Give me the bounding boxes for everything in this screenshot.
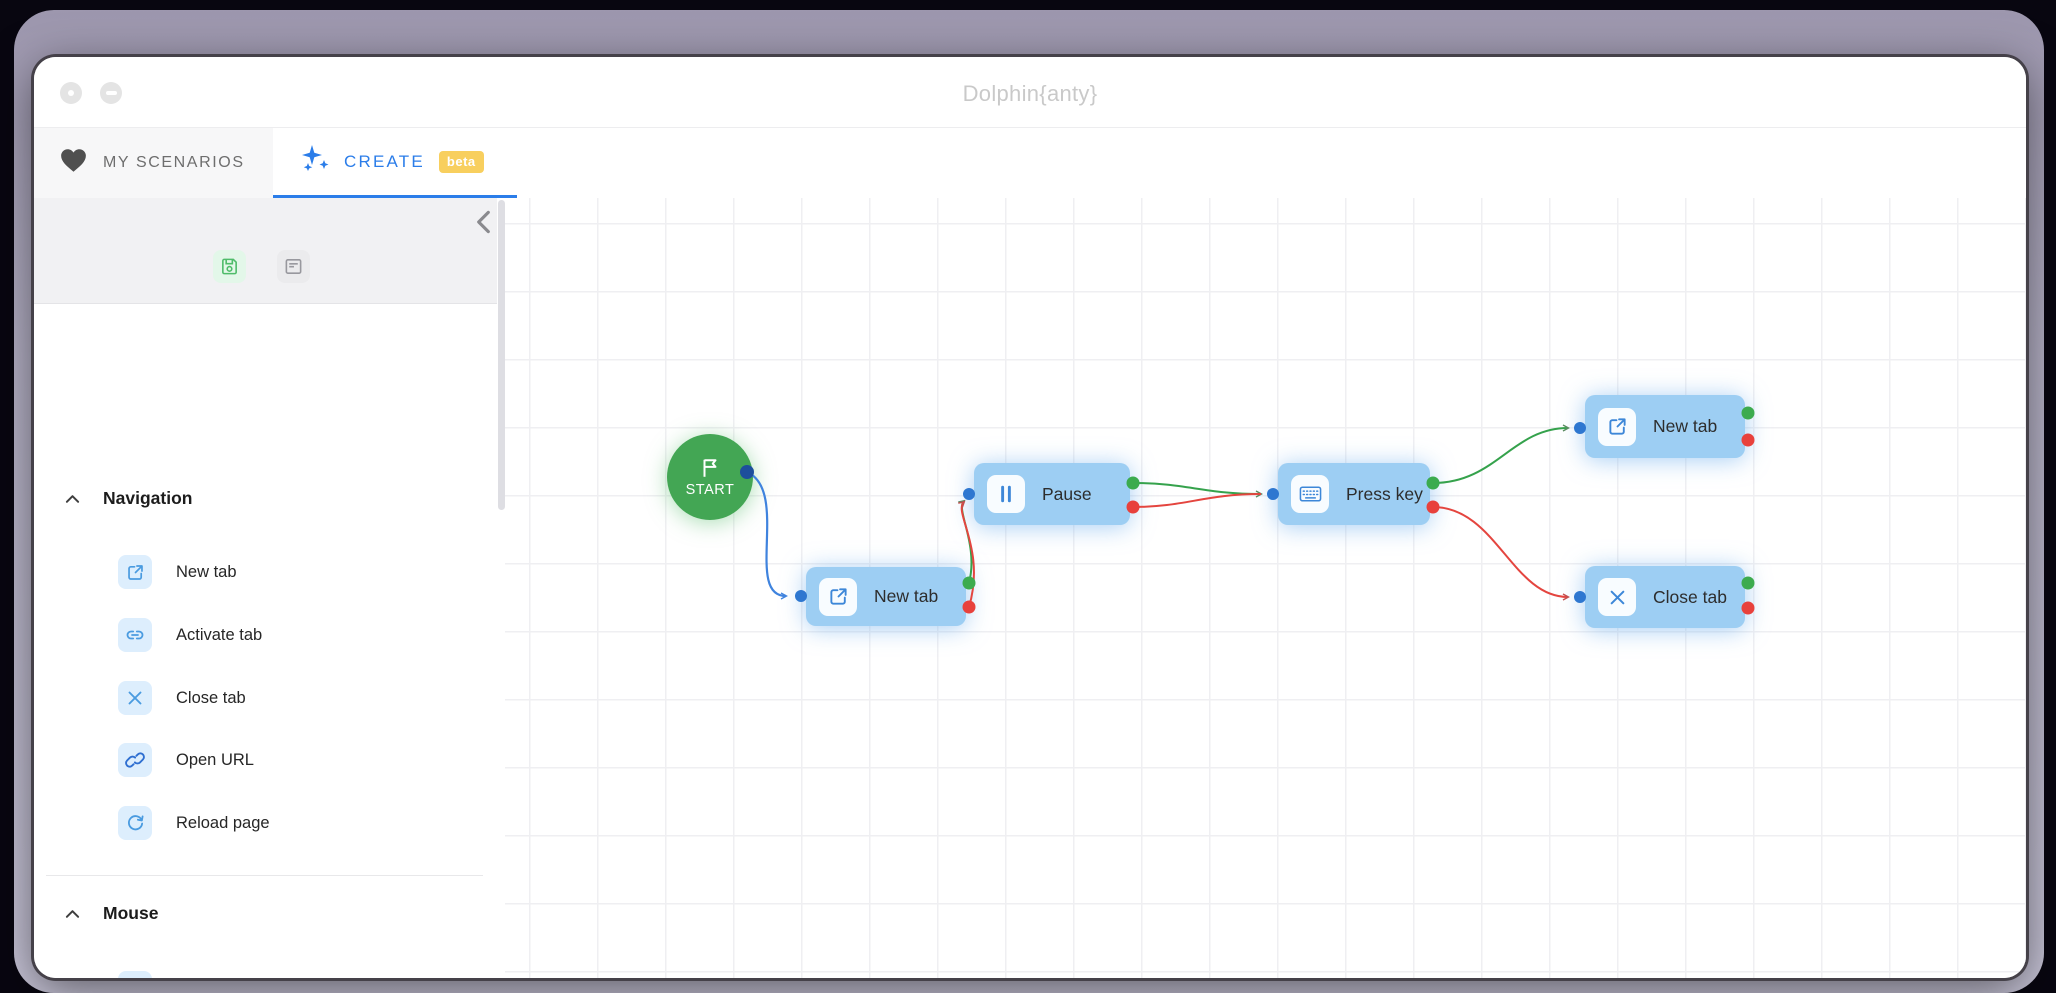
tab-create[interactable]: CREATE beta [273, 128, 517, 198]
node-close-tab[interactable]: Close tab [1585, 566, 1745, 628]
sidebar-item-label: Reload page [176, 806, 270, 840]
node-press-key[interactable]: Press key [1278, 463, 1430, 525]
collapse-sidebar-button[interactable] [471, 208, 495, 236]
node-label: Close tab [1653, 587, 1727, 608]
close-tab-icon [1598, 578, 1636, 616]
sidebar-item-label: New tab [176, 555, 237, 589]
node-start[interactable]: START [667, 434, 753, 520]
flag-icon [700, 457, 720, 479]
sidebar-item-reload-page[interactable]: Reload page [34, 806, 494, 840]
new-tab-icon [118, 555, 152, 589]
chevron-up-icon [65, 491, 80, 509]
node-new-tab-1[interactable]: New tab [806, 567, 966, 626]
sidebar-item-click[interactable]: Click [34, 971, 494, 978]
sidebar-item-new-tab[interactable]: New tab [34, 555, 494, 589]
section-mouse[interactable]: Mouse [34, 896, 494, 930]
tab-my-scenarios[interactable]: MY SCENARIOS [34, 128, 273, 198]
sidebar-item-activate-tab[interactable]: Activate tab [34, 618, 494, 652]
pause-icon [987, 475, 1025, 513]
close-icon [68, 90, 74, 96]
form-panel-icon [284, 257, 303, 276]
chevron-left-icon [476, 210, 491, 234]
section-navigation-label: Navigation [103, 488, 192, 509]
sidebar-header [34, 198, 497, 304]
sidebar-item-label: Close tab [176, 681, 246, 715]
open-url-icon [118, 743, 152, 777]
section-divider [46, 875, 483, 876]
section-mouse-label: Mouse [103, 903, 158, 924]
node-new-tab-2[interactable]: New tab [1585, 395, 1745, 458]
activate-tab-icon [118, 618, 152, 652]
node-start-label: START [686, 482, 735, 498]
beta-badge: beta [439, 151, 484, 173]
minimize-icon [106, 91, 117, 95]
chevron-up-icon [65, 906, 80, 924]
node-label: New tab [1653, 416, 1717, 437]
sidebar-item-label: Open URL [176, 743, 254, 777]
sidebar-item-label: Activate tab [176, 618, 262, 652]
reload-page-icon [118, 806, 152, 840]
keyboard-icon [1291, 475, 1329, 513]
tab-create-label: CREATE [344, 152, 425, 172]
scenario-canvas[interactable] [505, 198, 2026, 978]
tab-bar: MY SCENARIOS CREATE beta [34, 127, 2026, 198]
node-label: New tab [874, 586, 938, 607]
node-label: Press key [1346, 484, 1423, 505]
click-icon [118, 971, 152, 978]
title-bar: Dolphin{anty} [34, 57, 2026, 127]
section-navigation[interactable]: Navigation [34, 481, 494, 515]
sparkles-icon [300, 144, 330, 179]
blocks-sidebar: Navigation New tab Activate tab Close ta… [34, 198, 505, 978]
sidebar-scrollbar[interactable] [498, 200, 505, 510]
sidebar-item-label: Click [176, 971, 212, 978]
new-tab-icon [819, 578, 857, 616]
tab-my-scenarios-label: MY SCENARIOS [103, 154, 245, 172]
sidebar-item-open-url[interactable]: Open URL [34, 743, 494, 777]
new-tab-icon [1598, 408, 1636, 446]
window-minimize-button[interactable] [100, 82, 122, 104]
heart-icon [60, 148, 87, 178]
window-close-button[interactable] [60, 82, 82, 104]
form-panel-button[interactable] [277, 250, 310, 283]
node-pause[interactable]: Pause [974, 463, 1130, 525]
app-window: Dolphin{anty} MY SCENARIOS CREATE beta [34, 57, 2026, 978]
save-scenario-button[interactable] [213, 250, 246, 283]
sidebar-item-close-tab[interactable]: Close tab [34, 681, 494, 715]
close-tab-icon [118, 681, 152, 715]
save-icon [220, 257, 239, 276]
window-title: Dolphin{anty} [34, 57, 2026, 127]
node-label: Pause [1042, 484, 1092, 505]
